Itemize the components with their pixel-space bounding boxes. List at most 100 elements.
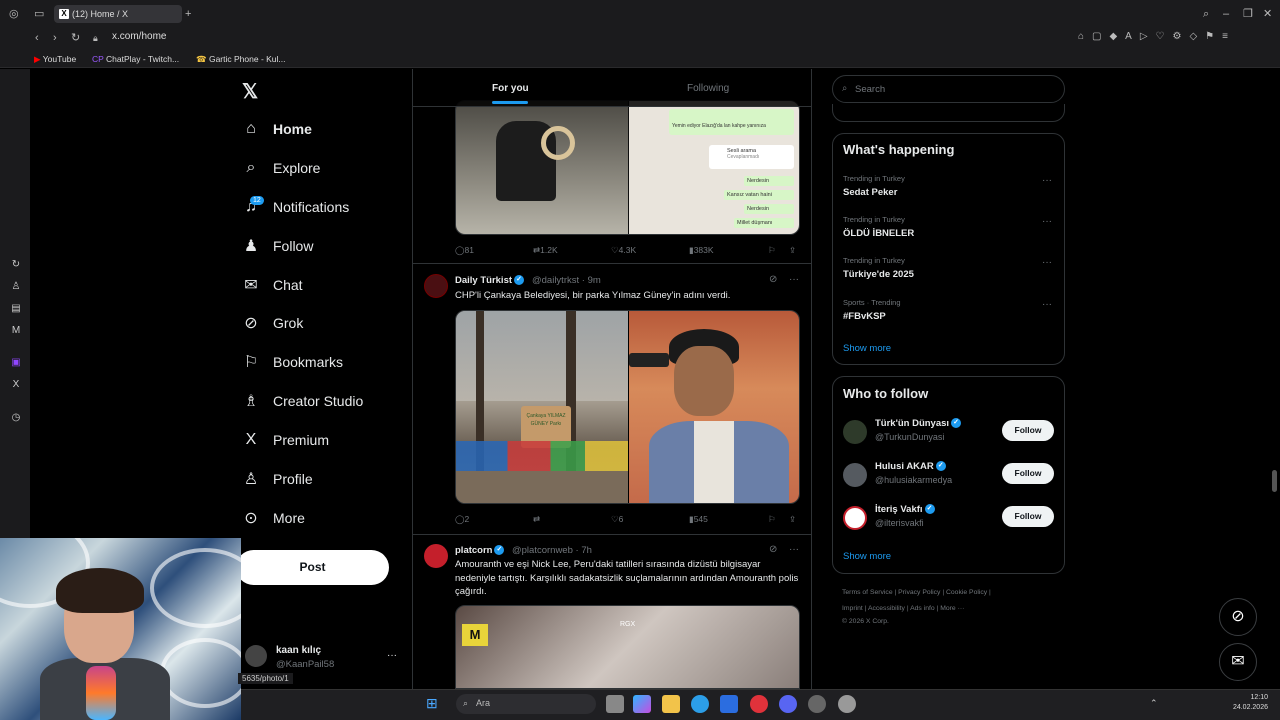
tweet2-author[interactable]: Daily Türkist ✓ (455, 275, 525, 286)
nav-home[interactable]: ⌂ Home (242, 116, 312, 142)
post-button[interactable]: Post (236, 550, 389, 585)
trend-item[interactable]: Sedat Peker (843, 187, 897, 198)
like-button[interactable]: ♡ 6 (611, 514, 623, 525)
tab-overview-icon[interactable]: ▭ (34, 8, 44, 20)
repost-button[interactable]: ⇄ (533, 514, 540, 525)
copilot-icon[interactable] (633, 695, 651, 713)
reload-icon[interactable]: ↻ (71, 32, 80, 44)
trend-item[interactable]: ÖLDÜ İBNELER (843, 228, 914, 239)
x-logo-icon[interactable]: 𝕏 (242, 79, 258, 104)
back-icon[interactable]: ‹ (35, 32, 39, 44)
browser-toolbar-icons[interactable]: ⌂▢◆A▷♡⚙◇⚑≡ (1078, 31, 1236, 43)
views-button[interactable]: ▮ 383K (689, 245, 714, 256)
grok-explain-icon[interactable]: ⊘ (769, 274, 777, 285)
suggestion-name[interactable]: Hulusi AKAR ✓ (875, 461, 946, 472)
forward-icon[interactable]: › (53, 32, 57, 44)
maximize-icon[interactable]: ❐ (1243, 8, 1253, 20)
file-explorer-icon[interactable] (662, 695, 680, 713)
follow-button[interactable]: Follow (1002, 420, 1054, 441)
aria-icon[interactable]: ♙ (9, 280, 23, 294)
nav-profile[interactable]: ♙ Profile (242, 466, 313, 492)
grok-fab-button[interactable]: ⊘ (1219, 598, 1257, 636)
opera-icon[interactable] (750, 695, 768, 713)
windows-start-icon[interactable]: ⊞ (426, 695, 438, 712)
suggestion-name[interactable]: İteriş Vakfı ✓ (875, 504, 935, 515)
tweet-more-icon[interactable]: ··· (789, 544, 799, 555)
nav-follow[interactable]: ♟ Follow (242, 233, 314, 259)
taskbar-clock[interactable]: 12:10 24.02.2026 (1228, 693, 1268, 713)
tweet3-media[interactable]: M RGX (455, 605, 800, 689)
nav-bookmarks[interactable]: ⚐ Bookmarks (242, 349, 343, 375)
task-view-icon[interactable] (606, 695, 624, 713)
bookmark-icon[interactable]: ⚐ (768, 514, 776, 525)
nav-grok[interactable]: ⊘ Grok (242, 310, 303, 336)
tab-following[interactable]: Following (687, 83, 729, 94)
nav-explore[interactable]: ⌕ Explore (242, 155, 321, 181)
tweet1-media[interactable]: Yemin ediyor Elazığ'da lan kahpe yanınız… (455, 100, 800, 235)
new-tab-icon[interactable]: + (185, 8, 191, 20)
search-input[interactable]: ⌕ Search (832, 75, 1065, 103)
taskbar-search[interactable]: ⌕ Ara (456, 694, 596, 714)
discord-icon[interactable] (779, 695, 797, 713)
nav-premium[interactable]: X Premium (242, 427, 329, 453)
suggestion-name[interactable]: Türk'ün Dünyası ✓ (875, 418, 962, 429)
tweet3-handle[interactable]: @platcornweb · 7h (512, 545, 592, 556)
search-tabs-icon[interactable]: ⌕ (1203, 8, 1209, 20)
store-icon[interactable] (720, 695, 738, 713)
bookmark-gartic[interactable]: ☎ Gartic Phone - Kul... (196, 54, 286, 65)
url-field[interactable]: x.com/home (112, 31, 166, 42)
opera-logo-icon[interactable]: ◎ (9, 8, 19, 20)
trend-more-icon[interactable]: ··· (1042, 175, 1052, 186)
steam-icon[interactable] (838, 695, 856, 713)
tweet2-media[interactable]: Çankaya YILMAZ GÜNEY Parkı (455, 310, 800, 504)
share-icon[interactable]: ⇪ (789, 514, 796, 525)
tweet2-handle[interactable]: @dailytrkst · 9m (532, 275, 601, 286)
history-icon[interactable]: ↻ (9, 258, 23, 272)
avatar[interactable] (424, 544, 448, 568)
scrollbar[interactable] (1272, 470, 1277, 492)
show-more-link[interactable]: Show more (843, 551, 891, 562)
repost-button[interactable]: ⇄ 1.2K (533, 245, 558, 256)
account-name[interactable]: kaan kılıç (276, 645, 321, 656)
bookmark-icon[interactable]: ⚐ (768, 245, 776, 256)
edge-icon[interactable] (691, 695, 709, 713)
messenger-icon[interactable]: M (9, 324, 23, 338)
clock-icon[interactable]: ◷ (9, 411, 23, 425)
like-button[interactable]: ♡ 4.3K (611, 245, 636, 256)
show-more-link[interactable]: Show more (843, 343, 891, 354)
grok-explain-icon[interactable]: ⊘ (769, 544, 777, 555)
close-window-icon[interactable]: ✕ (1263, 8, 1272, 20)
avatar[interactable] (843, 463, 867, 487)
tweet-more-icon[interactable]: ··· (789, 274, 799, 285)
footer-links[interactable]: Terms of Service | Privacy Policy | Cook… (842, 589, 991, 596)
reply-button[interactable]: ◯ 2 (455, 514, 469, 525)
trend-more-icon[interactable]: ··· (1042, 216, 1052, 227)
tray-chevron-icon[interactable]: ⌃ (1150, 698, 1158, 709)
tab-for-you[interactable]: For you (492, 83, 529, 104)
messages-fab-button[interactable]: ✉ (1219, 643, 1257, 681)
views-button[interactable]: ▮ 545 (689, 514, 708, 525)
tweet3-author[interactable]: platcorn ✓ (455, 545, 505, 556)
trend-item[interactable]: #FBvKSP (843, 311, 886, 322)
follow-button[interactable]: Follow (1002, 463, 1054, 484)
avatar[interactable] (843, 506, 867, 530)
suggestion-handle[interactable]: @hulusiakarmedya (875, 475, 952, 485)
nav-chat[interactable]: ✉ Chat (242, 272, 302, 298)
suggestion-handle[interactable]: @TurkunDunyasi (875, 432, 944, 442)
avatar[interactable] (245, 645, 267, 667)
nav-more[interactable]: ⊙ More (242, 505, 305, 531)
browser-tab-home[interactable]: X (12) Home / X (54, 5, 182, 23)
follow-button[interactable]: Follow (1002, 506, 1054, 527)
share-icon[interactable]: ⇪ (789, 245, 796, 256)
twitch-icon[interactable]: ▣ (9, 356, 23, 370)
obs-icon[interactable] (808, 695, 826, 713)
suggestion-handle[interactable]: @ilterisvakfi (875, 518, 924, 528)
reply-button[interactable]: ◯ 81 (455, 245, 474, 256)
trend-more-icon[interactable]: ··· (1042, 257, 1052, 268)
trend-more-icon[interactable]: ··· (1042, 299, 1052, 310)
x-sidebar-icon[interactable]: X (9, 378, 23, 392)
minimize-icon[interactable]: – (1223, 8, 1229, 20)
wallet-icon[interactable]: ▤ (9, 302, 23, 316)
account-menu-icon[interactable]: ··· (387, 650, 397, 661)
avatar[interactable] (843, 420, 867, 444)
